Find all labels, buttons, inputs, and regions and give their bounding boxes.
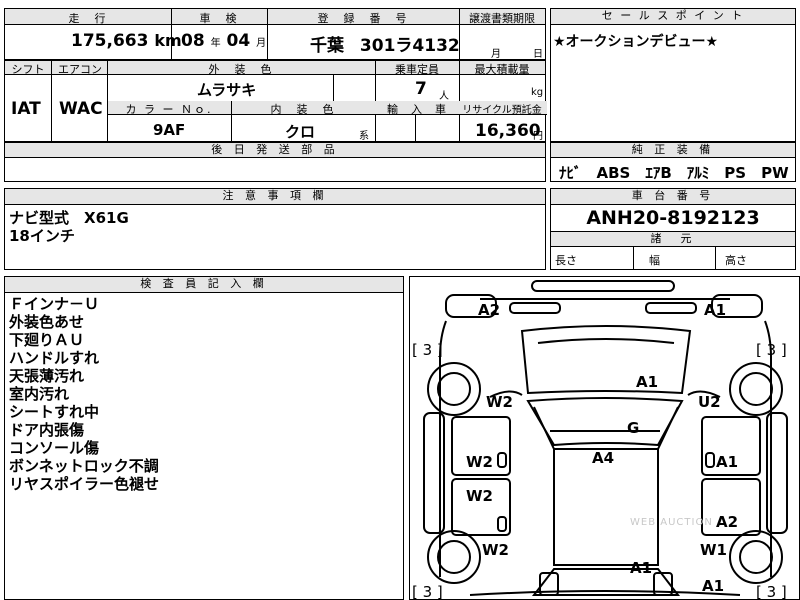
interior-color-value: クロ <box>285 123 316 141</box>
height-label: 高さ <box>725 254 747 267</box>
width-label: 幅 <box>649 254 660 267</box>
equipment-items: ﾅﾋﾞ ABS ｴｱB ｱﾙﾐ PS PW <box>559 164 789 182</box>
damage-mark: A2 <box>716 513 739 531</box>
max-load-header: 最大積載量 <box>474 63 530 76</box>
inspector-line: コンソール傷 <box>9 439 100 457</box>
mileage-unit: km <box>154 31 182 50</box>
inspection-year: 08 <box>181 31 205 51</box>
inspector-line: シートすれ中 <box>9 403 100 421</box>
inspection-year-unit: 年 <box>210 38 221 49</box>
damage-mark: W1 <box>700 541 727 559</box>
inspector-line: ドア内張傷 <box>9 421 85 439</box>
license-plate: 千葉 301ラ4132 <box>310 31 460 56</box>
notes-line-2: 18インチ <box>9 227 75 245</box>
damage-mark: A4 <box>592 449 615 467</box>
inspector-box: 検 査 員 記 入 欄 Ｆインナ－Ｕ 外装色あせ 下廻りＡＵ ハンドルすれ 天張… <box>4 276 404 600</box>
notes-box: 注 意 事 項 欄 ナビ型式 X61G 18インチ <box>4 188 546 270</box>
aircon-value: WAC <box>59 99 103 119</box>
inspector-line: 天張薄汚れ <box>9 367 85 385</box>
recycle-fee-value: 16,360 <box>475 121 541 141</box>
shift-header: シフト <box>11 63 45 76</box>
mileage-number: 175,663 <box>71 31 149 51</box>
chassis-number: ANH20-8192123 <box>586 207 760 229</box>
inspector-line: ハンドルすれ <box>9 349 100 367</box>
max-load-unit: kg <box>531 87 544 98</box>
exterior-color-value: ムラサキ <box>197 81 257 99</box>
length-label: 長さ <box>555 254 577 267</box>
damage-mark: W2 <box>486 393 513 411</box>
shift-value: IAT <box>11 99 41 119</box>
inspection-date: 08 年 04 月 <box>181 31 266 51</box>
registration-header: 登 録 番 号 <box>317 12 409 25</box>
inspector-line: Ｆインナ－Ｕ <box>9 295 100 313</box>
inspector-line: 外装色あせ <box>9 313 85 331</box>
capacity-unit: 人 <box>439 91 449 102</box>
damage-mark: W2 <box>482 541 509 559</box>
car-damage-diagram: A2 A1 [ 3 ] [ 3 ] A1 W2 U2 G A4 W2 A1 W2… <box>409 276 800 600</box>
chassis-box: 車 台 番 号 ANH20-8192123 諸 元 長さ 幅 高さ <box>550 188 796 270</box>
vehicle-info-table: 走 行 車 検 登 録 番 号 譲渡書類期限 175,663 km 08 年 0… <box>4 8 546 60</box>
damage-mark: A1 <box>704 301 727 319</box>
damage-mark: [ 3 ] <box>756 583 787 600</box>
inspector-line: ボンネットロック不調 <box>9 457 159 475</box>
equipment-header: 純 正 装 備 <box>551 143 795 158</box>
damage-mark: A2 <box>478 301 501 319</box>
transfer-month-unit: 月 <box>491 49 501 60</box>
aircon-header: エアコン <box>58 63 102 76</box>
recycle-unit: 円 <box>533 131 543 142</box>
mileage-value: 175,663 km <box>71 31 182 51</box>
capacity-value: 7 <box>415 79 427 99</box>
transfer-day-unit: 日 <box>533 49 543 60</box>
inspection-month-unit: 月 <box>256 38 267 49</box>
inspector-line: 下廻りＡＵ <box>9 331 85 349</box>
plate-number: 301ラ4132 <box>359 36 460 56</box>
damage-mark: [ 3 ] <box>412 583 443 600</box>
notes-line-1: ナビ型式 X61G <box>9 209 129 227</box>
sales-point-header: セ ー ル ス ポ イ ン ト <box>551 9 795 25</box>
car-outline <box>423 280 788 596</box>
sales-point-text: ★オークションデビュー★ <box>553 34 719 50</box>
later-parts-box: 後 日 発 送 部 品 <box>4 142 546 182</box>
dims-header: 諸 元 <box>551 232 795 247</box>
watermark: WEB AUCTION <box>630 517 713 528</box>
later-parts-header: 後 日 発 送 部 品 <box>5 143 545 158</box>
plate-region: 千葉 <box>310 36 344 56</box>
damage-mark: A1 <box>636 373 659 391</box>
color-no-value: 9AF <box>153 121 186 139</box>
damage-mark: W2 <box>466 453 493 471</box>
inspector-line: リヤスポイラー色褪せ <box>9 475 160 493</box>
exterior-color-header: 外 装 色 <box>208 63 274 76</box>
inspection-header: 車 検 <box>199 12 239 25</box>
damage-mark: A1 <box>702 577 725 595</box>
recycle-header: リサイクル預託金 <box>462 105 542 116</box>
spec-table: シフト エアコン 外 装 色 乗車定員 最大積載量 IAT WAC ムラサキ 7… <box>4 60 547 142</box>
sales-point-box: セ ー ル ス ポ イ ン ト ★オークションデビュー★ <box>550 8 796 142</box>
color-no-header: カ ラ ー Ｎｏ. <box>125 103 213 116</box>
damage-mark: W2 <box>466 487 493 505</box>
damage-mark: A1 <box>630 559 653 577</box>
inspector-line: 室内汚れ <box>9 385 70 403</box>
inspection-month: 04 <box>226 31 251 51</box>
interior-color-header: 内 装 色 <box>270 103 336 116</box>
notes-header: 注 意 事 項 欄 <box>5 189 545 205</box>
chassis-header: 車 台 番 号 <box>551 189 795 205</box>
damage-mark: G <box>627 419 640 437</box>
mileage-header: 走 行 <box>68 12 108 25</box>
inspector-list: Ｆインナ－Ｕ 外装色あせ 下廻りＡＵ ハンドルすれ 天張薄汚れ 室内汚れ シート… <box>9 295 159 493</box>
transfer-docs-header: 譲渡書類期限 <box>469 12 535 25</box>
damage-mark: [ 3 ] <box>756 341 787 359</box>
damage-mark: [ 3 ] <box>412 341 443 359</box>
damage-mark: A1 <box>716 453 739 471</box>
inspector-header: 検 査 員 記 入 欄 <box>5 277 403 293</box>
damage-mark: U2 <box>698 393 721 411</box>
interior-suffix: 系 <box>359 131 369 142</box>
equipment-box: 純 正 装 備 ﾅﾋﾞ ABS ｴｱB ｱﾙﾐ PS PW <box>550 142 796 182</box>
capacity-header: 乗車定員 <box>395 63 439 76</box>
import-header: 輸 入 車 <box>387 103 447 116</box>
